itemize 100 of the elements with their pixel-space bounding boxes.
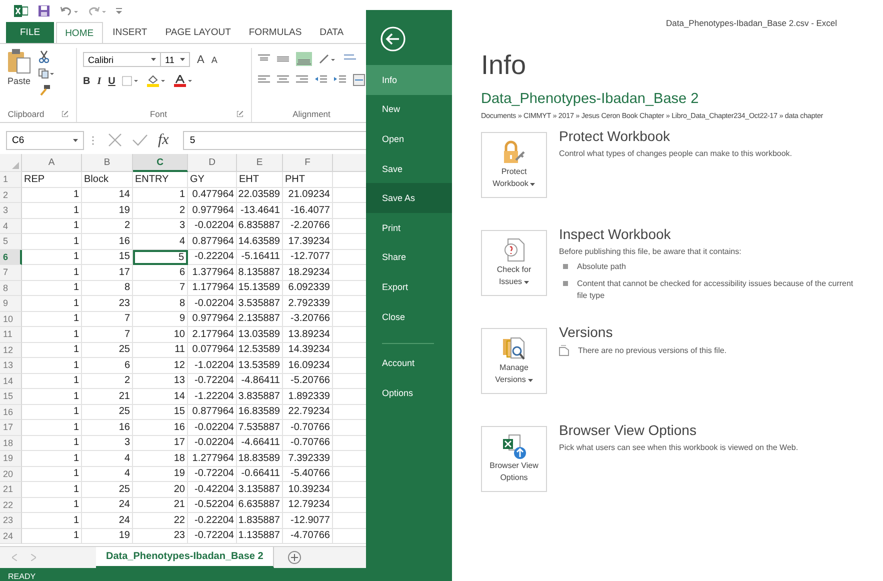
row-header[interactable]: 11 xyxy=(0,327,22,342)
nav-item[interactable]: Print xyxy=(366,212,452,243)
table-cell: 3.135887 xyxy=(237,482,283,498)
table-cell: 22.79234 xyxy=(283,404,333,420)
align-left-icon[interactable] xyxy=(258,75,270,85)
section-button[interactable]: Check for Issues xyxy=(481,230,547,296)
font-size-field[interactable]: 11 xyxy=(160,52,190,67)
row-header[interactable]: 15 xyxy=(0,389,22,404)
row-header[interactable]: 2 xyxy=(0,188,22,203)
row-header[interactable]: 22 xyxy=(0,498,22,513)
borders-icon[interactable] xyxy=(122,76,140,86)
row-header[interactable]: 18 xyxy=(0,436,22,451)
font-name-field[interactable]: Calibri xyxy=(83,52,161,67)
dialog-launcher-icon[interactable] xyxy=(237,111,243,117)
orientation-icon[interactable] xyxy=(319,54,337,64)
section-button[interactable]: Browser View Options xyxy=(481,426,547,492)
row-header[interactable]: 10 xyxy=(0,312,22,327)
column-header[interactable]: E xyxy=(237,154,283,172)
table-cell: REP xyxy=(22,172,82,188)
section-button[interactable]: Manage Versions xyxy=(481,328,547,394)
column-header[interactable]: B xyxy=(82,154,133,172)
row-header[interactable]: 1 xyxy=(0,172,22,188)
row-header[interactable]: 20 xyxy=(0,466,22,482)
row-header[interactable]: 8 xyxy=(0,280,22,296)
decrease-indent-icon[interactable] xyxy=(315,75,327,85)
table-cell: 7 xyxy=(82,327,133,342)
undo-icon[interactable] xyxy=(60,6,78,16)
row-header[interactable]: 21 xyxy=(0,482,22,498)
column-header[interactable]: A xyxy=(22,154,82,172)
align-center-icon[interactable] xyxy=(277,75,289,85)
back-icon[interactable] xyxy=(380,26,406,52)
increase-indent-icon[interactable] xyxy=(334,75,346,85)
underline-button[interactable]: U xyxy=(108,76,116,86)
nav-item[interactable]: Options xyxy=(366,378,452,408)
row-header[interactable]: 24 xyxy=(0,528,22,544)
redo-icon[interactable] xyxy=(88,6,106,16)
middle-align-icon[interactable] xyxy=(277,54,289,64)
bold-button[interactable]: B xyxy=(83,76,90,86)
table-cell: 9 xyxy=(133,312,188,327)
ribbon-tab[interactable]: DATA xyxy=(312,22,352,43)
shrink-font-button[interactable]: A xyxy=(211,54,218,64)
nav-item[interactable]: Save As xyxy=(366,183,452,213)
font-color-icon[interactable] xyxy=(174,75,194,87)
row-header[interactable]: 17 xyxy=(0,420,22,436)
ribbon-tab[interactable]: PAGE LAYOUT xyxy=(157,22,239,43)
save-icon[interactable] xyxy=(38,5,50,17)
sheet-tab[interactable]: Data_Phenotypes-Ibadan_Base 2 xyxy=(96,547,274,568)
table-cell: 8 xyxy=(82,280,133,296)
cut-icon[interactable] xyxy=(38,50,50,63)
name-box[interactable]: C6 xyxy=(6,130,84,150)
cancel-icon[interactable] xyxy=(108,133,122,147)
row-header[interactable]: 19 xyxy=(0,451,22,466)
ribbon-tab[interactable]: HOME xyxy=(56,22,103,43)
file-tab[interactable]: FILE xyxy=(6,22,54,43)
row-header[interactable]: 13 xyxy=(0,358,22,374)
insert-function-button[interactable]: fx xyxy=(158,132,169,148)
row-header[interactable]: 16 xyxy=(0,404,22,420)
nav-item[interactable]: Export xyxy=(366,272,452,302)
row-header[interactable]: 9 xyxy=(0,296,22,312)
row-header[interactable]: 5 xyxy=(0,234,22,250)
table-cell: -0.52204 xyxy=(188,498,237,513)
row-header[interactable]: 23 xyxy=(0,513,22,528)
nav-item[interactable]: Info xyxy=(366,65,452,95)
row-header[interactable]: 6 xyxy=(0,250,22,265)
table-cell: 1 xyxy=(22,296,82,312)
paste-button[interactable]: Paste xyxy=(6,48,32,106)
enter-icon[interactable] xyxy=(132,134,148,146)
ribbon-tab[interactable]: FORMULAS xyxy=(240,22,310,43)
table-cell: -4.86411 xyxy=(237,374,283,389)
table-cell: 1 xyxy=(22,389,82,404)
align-right-icon[interactable] xyxy=(296,75,308,85)
column-header[interactable]: F xyxy=(283,154,333,172)
fill-color-icon[interactable] xyxy=(147,75,168,87)
nav-item[interactable]: Save xyxy=(366,154,452,184)
nav-item[interactable]: Open xyxy=(366,124,452,154)
format-painter-icon[interactable] xyxy=(38,84,51,96)
section-button[interactable]: Protect Workbook xyxy=(481,132,547,198)
nav-item[interactable]: Close xyxy=(366,302,452,332)
bottom-align-icon[interactable] xyxy=(296,52,312,66)
add-sheet-icon[interactable] xyxy=(288,551,302,564)
row-header[interactable]: 7 xyxy=(0,265,22,280)
dialog-launcher-icon[interactable] xyxy=(62,111,68,117)
table-cell: 10.39234 xyxy=(283,482,333,498)
grow-font-button[interactable]: A xyxy=(197,54,204,66)
copy-icon[interactable] xyxy=(38,68,54,79)
row-header[interactable]: 4 xyxy=(0,218,22,234)
column-header[interactable]: C xyxy=(133,154,188,172)
nav-item[interactable]: New xyxy=(366,94,452,124)
table-cell: 1 xyxy=(22,374,82,389)
formula-field[interactable]: 5 xyxy=(182,130,366,150)
nav-item[interactable]: Share xyxy=(366,242,452,272)
nav-item[interactable]: Account xyxy=(366,348,452,378)
row-header[interactable]: 12 xyxy=(0,342,22,358)
row-header[interactable]: 14 xyxy=(0,374,22,389)
column-header[interactable]: D xyxy=(188,154,237,172)
row-header[interactable]: 3 xyxy=(0,203,22,218)
customize-icon[interactable] xyxy=(116,8,122,14)
merge-icon[interactable] xyxy=(353,74,365,86)
italic-button[interactable]: I xyxy=(97,76,102,86)
ribbon-tab[interactable]: INSERT xyxy=(104,22,156,43)
